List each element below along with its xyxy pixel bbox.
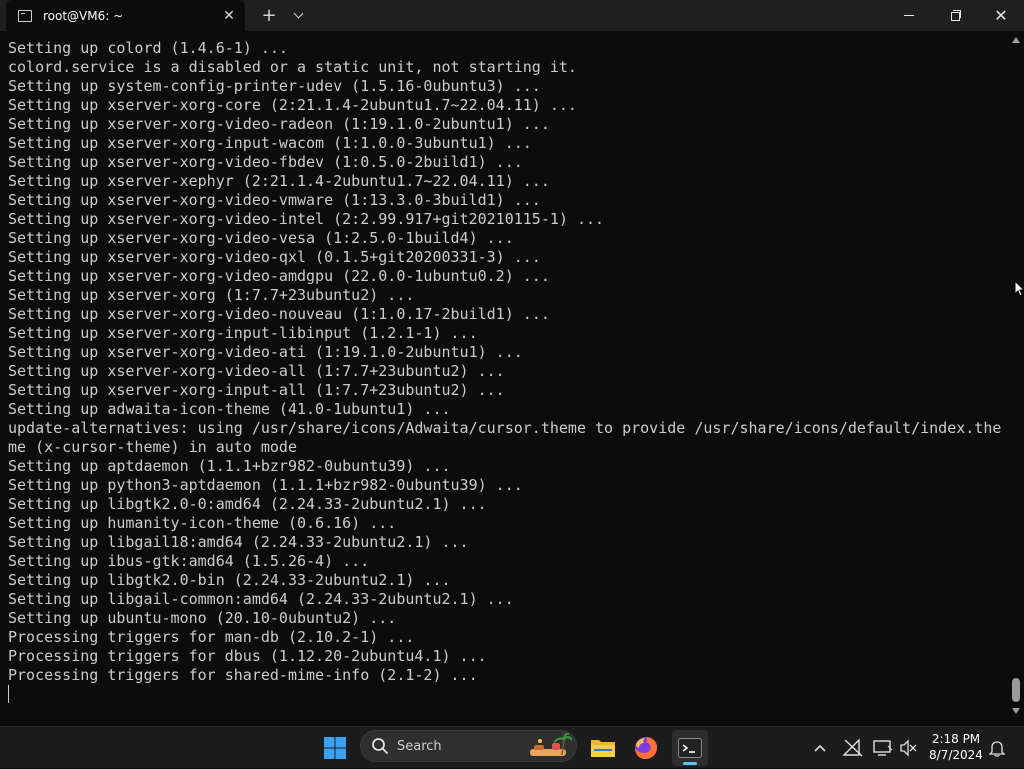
- terminal-tab-icon: [18, 9, 32, 22]
- terminal-line: Setting up aptdaemon (1.1.1+bzr982-0ubun…: [8, 457, 451, 475]
- tab-root-vm6[interactable]: root@VM6: ~ ✕: [6, 0, 245, 31]
- windows-start-icon: [324, 737, 346, 759]
- terminal-line: Setting up libgail-common:amd64 (2.24.33…: [8, 590, 514, 608]
- scroll-down-arrow-icon[interactable]: [1012, 708, 1020, 714]
- terminal-taskbar-button[interactable]: [672, 730, 708, 766]
- vertical-scrollbar[interactable]: [1008, 31, 1024, 718]
- terminal-icon: [678, 738, 702, 758]
- terminal-window: root@VM6: ~ ✕ + ✕ Setting up colord (1.4…: [0, 0, 1024, 726]
- taskbar-search-box[interactable]: Search: [360, 730, 577, 762]
- display-icon: [873, 740, 893, 756]
- terminal-line: update-alternatives: using /usr/share/ic…: [8, 419, 1002, 437]
- terminal-line: me (x-cursor-theme) in auto mode: [8, 438, 297, 456]
- quick-settings-button[interactable]: [870, 727, 920, 769]
- terminal-line: Setting up libgtk2.0-0:amd64 (2.24.33-2u…: [8, 495, 487, 513]
- clock-time: 2:18 PM: [931, 732, 981, 746]
- tab-title: root@VM6: ~: [43, 8, 124, 23]
- start-button[interactable]: [317, 730, 353, 766]
- tab-dropdown-button[interactable]: [287, 2, 309, 28]
- network-disconnected-icon: [843, 739, 863, 757]
- search-highlight-illustration-icon: [530, 733, 572, 756]
- terminal-line: Setting up xserver-xorg-video-nouveau (1…: [8, 305, 550, 323]
- terminal-line: Setting up xserver-xorg-video-fbdev (1:0…: [8, 153, 523, 171]
- terminal-line: colord.service is a disabled or a static…: [8, 58, 577, 76]
- terminal-line: Setting up xserver-xorg-video-vesa (1:2.…: [8, 229, 514, 247]
- tab-close-button[interactable]: ✕: [215, 2, 243, 30]
- mouse-pointer-icon: [1014, 280, 1024, 297]
- terminal-line: Processing triggers for shared-mime-info…: [8, 666, 478, 684]
- terminal-line: Setting up xserver-xorg-video-qxl (0.1.5…: [8, 248, 541, 266]
- clock-date: 8/7/2024: [929, 748, 983, 762]
- notification-bell-icon: [989, 741, 1005, 757]
- close-icon: ✕: [994, 5, 1008, 25]
- terminal-line: Setting up xserver-xorg-video-ati (1:19.…: [8, 343, 523, 361]
- firefox-button[interactable]: [628, 730, 664, 766]
- terminal-line: Setting up xserver-xorg (1:7.7+23ubuntu2…: [8, 286, 415, 304]
- terminal-line: Setting up adwaita-icon-theme (41.0-1ubu…: [8, 400, 451, 418]
- file-explorer-button[interactable]: [585, 730, 621, 766]
- close-window-button[interactable]: ✕: [978, 0, 1024, 31]
- terminal-line: Setting up xserver-xorg-core (2:21.1.4-2…: [8, 96, 577, 114]
- scrollbar-thumb[interactable]: [1012, 678, 1020, 702]
- terminal-line: Setting up xserver-xephyr (2:21.1.4-2ubu…: [8, 172, 550, 190]
- terminal-line: Processing triggers for dbus (1.12.20-2u…: [8, 647, 487, 665]
- terminal-line: Setting up colord (1.4.6-1) ...: [8, 39, 288, 57]
- terminal-prompt-line[interactable]: [8, 685, 1004, 704]
- terminal-line: Processing triggers for man-db (2.10.2-1…: [8, 628, 415, 646]
- terminal-line: Setting up ibus-gtk:amd64 (1.5.26-4) ...: [8, 552, 370, 570]
- new-tab-button[interactable]: +: [256, 2, 282, 28]
- minimize-button[interactable]: [886, 0, 932, 31]
- taskbar: Search 2:18 PM 8/7/2024: [0, 726, 1024, 768]
- taskbar-clock[interactable]: 2:18 PM 8/7/2024: [924, 729, 988, 767]
- scroll-up-arrow-icon[interactable]: [1012, 37, 1020, 43]
- terminal-line: Setting up libgail18:amd64 (2.24.33-2ubu…: [8, 533, 469, 551]
- terminal-line: Setting up libgtk2.0-bin (2.24.33-2ubunt…: [8, 571, 451, 589]
- title-bar[interactable]: root@VM6: ~ ✕ + ✕: [0, 0, 1024, 31]
- terminal-line: Setting up python3-aptdaemon (1.1.1+bzr9…: [8, 476, 523, 494]
- terminal-output[interactable]: Setting up colord (1.4.6-1) ... colord.se…: [8, 39, 1004, 719]
- search-placeholder: Search: [397, 738, 442, 754]
- terminal-line: Setting up system-config-printer-udev (1…: [8, 77, 541, 95]
- terminal-line: Setting up humanity-icon-theme (0.6.16) …: [8, 514, 397, 532]
- active-app-indicator: [683, 762, 697, 765]
- file-explorer-icon: [591, 740, 615, 757]
- minimize-icon: [904, 15, 914, 16]
- restore-button[interactable]: [932, 0, 978, 31]
- volume-muted-icon: [900, 739, 917, 757]
- terminal-line: Setting up xserver-xorg-input-all (1:7.7…: [8, 381, 505, 399]
- chevron-down-icon: [293, 8, 303, 18]
- terminal-line: Setting up xserver-xorg-video-intel (2:2…: [8, 210, 605, 228]
- network-status-button[interactable]: [840, 727, 866, 769]
- terminal-line: Setting up ubuntu-mono (20.10-0ubuntu2) …: [8, 609, 397, 627]
- terminal-line: Setting up xserver-xorg-video-amdgpu (22…: [8, 267, 550, 285]
- terminal-line: Setting up xserver-xorg-input-libinput (…: [8, 324, 478, 342]
- chevron-up-icon: [814, 744, 826, 752]
- window-controls: ✕: [886, 0, 1024, 31]
- terminal-line: Setting up xserver-xorg-video-vmware (1:…: [8, 191, 541, 209]
- text-cursor: [8, 685, 9, 703]
- restore-icon: [950, 10, 961, 21]
- notifications-button[interactable]: [986, 727, 1008, 769]
- firefox-icon: [635, 737, 658, 759]
- search-icon: [372, 738, 388, 754]
- terminal-line: Setting up xserver-xorg-input-wacom (1:1…: [8, 134, 532, 152]
- show-hidden-icons-button[interactable]: [808, 727, 832, 769]
- terminal-line: Setting up xserver-xorg-video-all (1:7.7…: [8, 362, 505, 380]
- terminal-line: Setting up xserver-xorg-video-radeon (1:…: [8, 115, 550, 133]
